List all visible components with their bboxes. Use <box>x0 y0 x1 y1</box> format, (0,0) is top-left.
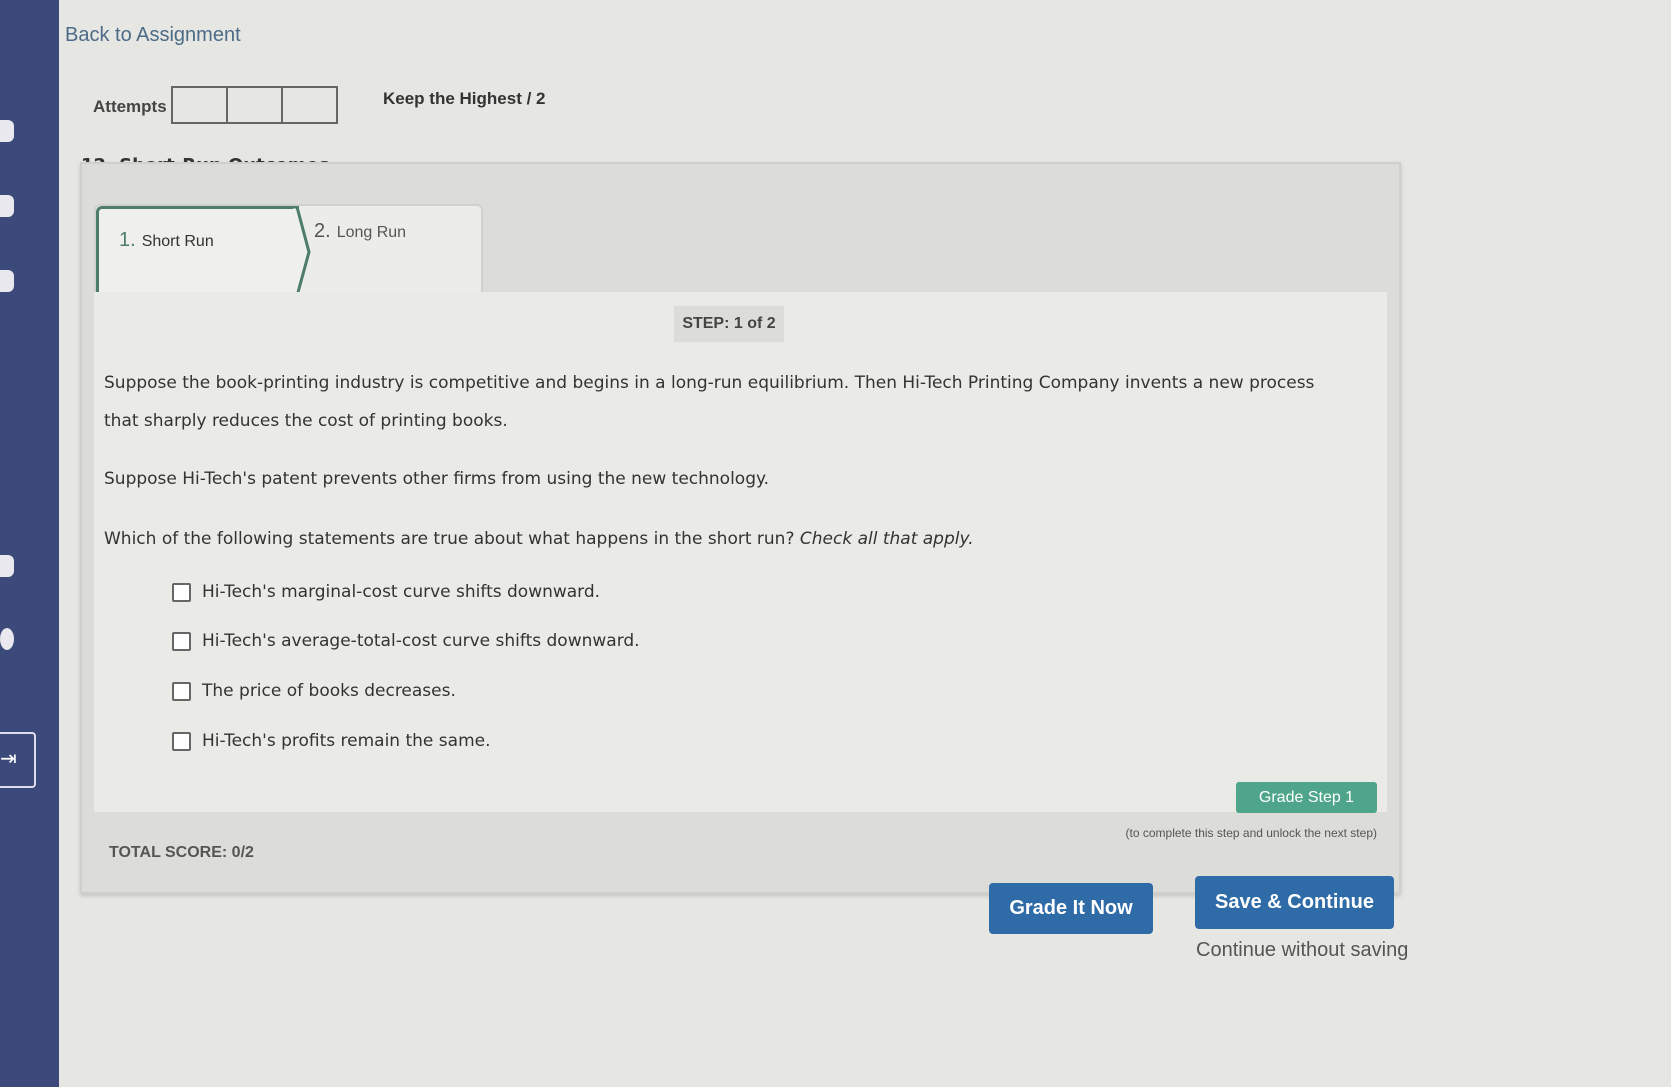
attempts-boxes <box>171 86 338 124</box>
sidebar-icon[interactable] <box>0 120 14 142</box>
checkbox[interactable] <box>172 731 191 751</box>
option-checkbox[interactable]: The price of books decreases. <box>172 681 456 701</box>
tab-number: 2. <box>314 220 331 242</box>
sidebar-icon[interactable] <box>0 555 14 577</box>
tab-long-run[interactable]: 2. Long Run <box>314 220 406 243</box>
keep-highest-label: Keep the Highest / 2 <box>383 89 546 108</box>
checkbox[interactable] <box>172 631 191 651</box>
sidebar-icon[interactable] <box>0 270 14 292</box>
attempt-box <box>228 88 283 122</box>
prompt-emphasis: Check all that apply. <box>799 529 974 549</box>
question-paragraph: Suppose Hi-Tech's patent prevents other … <box>104 469 770 489</box>
grade-it-now-button[interactable]: Grade It Now <box>989 883 1153 934</box>
attempts-label: Attempts <box>93 97 167 116</box>
back-to-assignment-link[interactable]: Back to Assignment <box>65 24 241 47</box>
help-icon[interactable] <box>0 628 14 650</box>
question-prompt: Which of the following statements are tr… <box>104 520 1344 558</box>
step-footer: Grade Step 1 (to complete this step and … <box>94 782 1387 887</box>
tab-number: 1. <box>119 229 136 251</box>
option-label: Hi-Tech's marginal-cost curve shifts dow… <box>202 582 601 602</box>
attempt-box <box>283 88 336 122</box>
option-label: Hi-Tech's average-total-cost curve shift… <box>202 631 640 651</box>
question-paragraph: Suppose the book-printing industry is co… <box>104 373 1315 431</box>
tab-label: Long Run <box>336 224 407 241</box>
step-content: STEP: 1 of 2 Suppose the book-printing i… <box>94 292 1387 812</box>
option-checkbox[interactable]: Hi-Tech's average-total-cost curve shift… <box>172 631 640 651</box>
option-checkbox[interactable]: Hi-Tech's profits remain the same. <box>172 731 491 751</box>
total-score: TOTAL SCORE: 0/2 <box>109 844 254 861</box>
step-indicator: STEP: 1 of 2 <box>674 306 784 342</box>
save-continue-button[interactable]: Save & Continue <box>1195 876 1394 929</box>
sidebar-icon[interactable] <box>0 195 14 217</box>
grade-step-note: (to complete this step and unlock the ne… <box>1125 826 1377 840</box>
checkbox[interactable] <box>172 582 191 602</box>
option-checkbox[interactable]: Hi-Tech's marginal-cost curve shifts dow… <box>172 582 600 602</box>
tab-label: Short Run <box>141 233 214 250</box>
grade-step-button[interactable]: Grade Step 1 <box>1236 782 1377 813</box>
prompt-text: Which of the following statements are tr… <box>104 529 795 549</box>
option-label: The price of books decreases. <box>202 681 456 701</box>
question-panel: 1. Short Run 2. Long Run STEP: 1 of 2 Supp… <box>80 162 1401 894</box>
checkbox[interactable] <box>172 681 191 701</box>
option-label: Hi-Tech's profits remain the same. <box>202 731 491 751</box>
sidebar: ⇥ <box>0 0 59 1087</box>
step-tabs: 1. Short Run 2. Long Run <box>94 204 483 298</box>
tab-short-run[interactable]: 1. Short Run <box>96 206 311 298</box>
attempt-box <box>173 88 228 122</box>
exit-icon[interactable]: ⇥ <box>0 732 36 788</box>
continue-without-saving-link[interactable]: Continue without saving <box>1196 939 1408 962</box>
tab-arrow-icon <box>293 206 311 298</box>
